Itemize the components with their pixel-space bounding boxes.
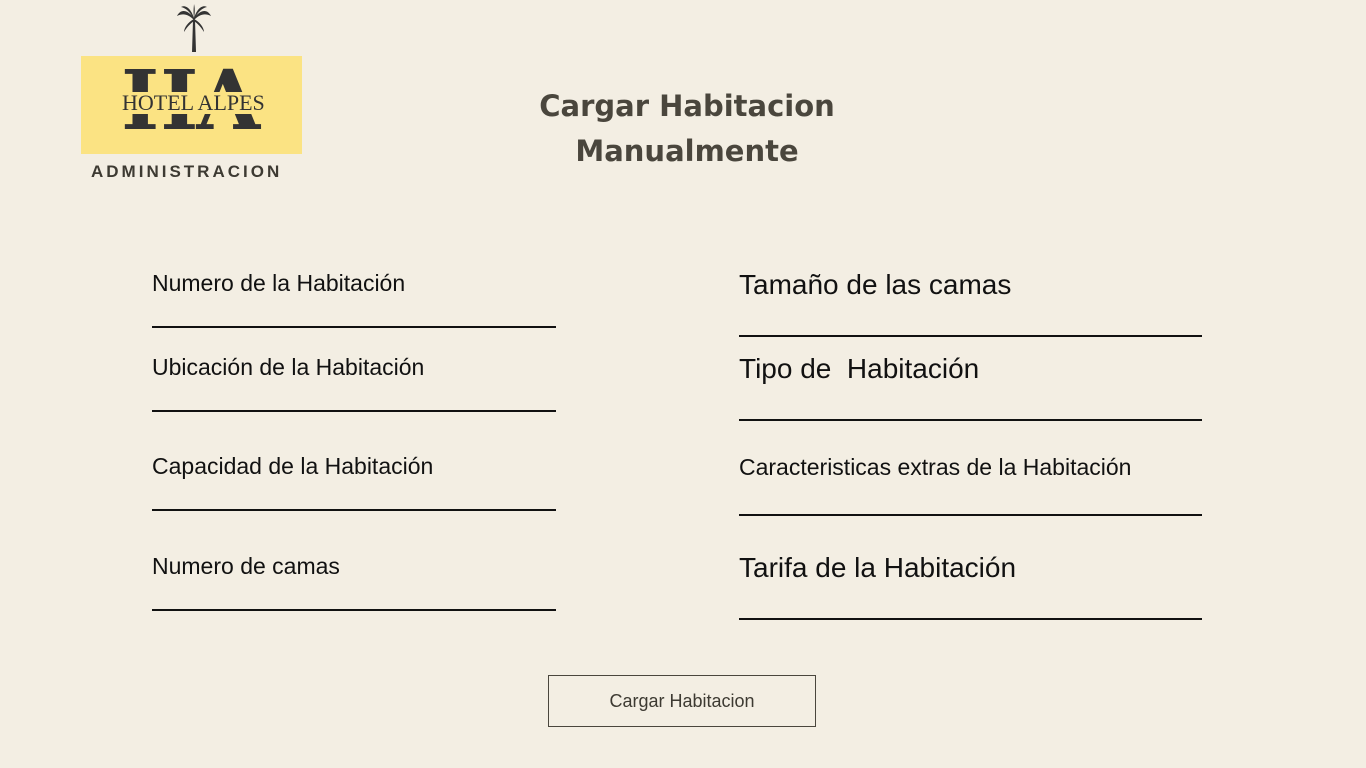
field-ubicacion-habitacion[interactable]: Ubicación de la Habitación: [152, 354, 556, 414]
field-capacidad-habitacion[interactable]: Capacidad de la Habitación: [152, 453, 556, 513]
field-label: Capacidad de la Habitación: [152, 453, 434, 479]
field-label: Ubicación de la Habitación: [152, 354, 425, 380]
hotel-logo: HA HOTEL ALPES ADMINISTRACION: [80, 4, 304, 184]
field-numero-camas[interactable]: Numero de camas: [152, 553, 556, 613]
field-underline[interactable]: [739, 618, 1202, 620]
logo-emblem: HA HOTEL ALPES: [81, 56, 302, 154]
field-label: Tarifa de la Habitación: [739, 552, 1017, 583]
logo-hotel-name: HOTEL ALPES: [121, 90, 266, 115]
field-caracteristicas-extras[interactable]: Caracteristicas extras de la Habitación: [739, 454, 1202, 518]
field-tamano-camas[interactable]: Tamaño de las camas: [739, 269, 1202, 339]
field-underline[interactable]: [739, 335, 1202, 337]
page-title: Cargar Habitacion Manualmente: [520, 84, 854, 174]
field-underline[interactable]: [739, 419, 1202, 421]
logo-subtitle: ADMINISTRACION: [91, 162, 283, 181]
field-numero-habitacion[interactable]: Numero de la Habitación: [152, 270, 556, 330]
field-label: Tipo de Habitación: [739, 353, 980, 384]
field-label: Numero de la Habitación: [152, 270, 406, 296]
field-underline[interactable]: [152, 509, 556, 511]
palm-tree-icon: [177, 4, 211, 52]
field-underline[interactable]: [152, 410, 556, 412]
field-label: Tamaño de las camas: [739, 269, 1012, 300]
cargar-habitacion-button[interactable]: Cargar Habitacion: [548, 675, 816, 727]
field-tarifa-habitacion[interactable]: Tarifa de la Habitación: [739, 552, 1202, 622]
field-label: Caracteristicas extras de la Habitación: [739, 454, 1132, 480]
page-title-line-1: Cargar Habitacion: [539, 89, 835, 123]
field-underline[interactable]: [739, 514, 1202, 516]
page-title-line-2: Manualmente: [575, 134, 799, 168]
field-label: Numero de camas: [152, 553, 340, 579]
field-underline[interactable]: [152, 609, 556, 611]
field-underline[interactable]: [152, 326, 556, 328]
field-tipo-habitacion[interactable]: Tipo de Habitación: [739, 353, 1202, 423]
